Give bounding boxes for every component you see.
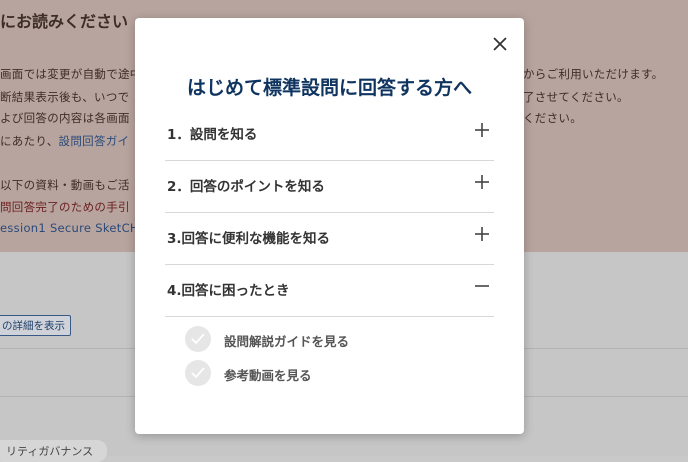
accordion-label: 2．回答のポイントを知る bbox=[167, 179, 325, 195]
accordion-label: 4.回答に困ったとき bbox=[167, 283, 290, 299]
plus-icon bbox=[474, 226, 490, 242]
sub-item-label: 設問解説ガイドを見る bbox=[224, 334, 350, 349]
plus-icon bbox=[474, 122, 490, 138]
accordion-label: 3.回答に便利な機能を知る bbox=[167, 231, 331, 247]
accordion-item-3[interactable]: 3.回答に便利な機能を知る bbox=[165, 212, 494, 265]
plus-icon bbox=[474, 174, 490, 190]
accordion-item-1[interactable]: 1．設問を知る bbox=[165, 108, 494, 161]
accordion-label: 1．設問を知る bbox=[167, 127, 258, 143]
sub-item-label: 参考動画を見る bbox=[224, 368, 312, 383]
close-icon[interactable] bbox=[490, 34, 510, 54]
modal-dialog: はじめて標準設問に回答する方へ 1．設問を知る 2．回答のポイントを知る 3.回… bbox=[135, 18, 524, 434]
accordion-item-4[interactable]: 4.回答に困ったとき bbox=[165, 264, 494, 317]
modal-title: はじめて標準設問に回答する方へ bbox=[186, 77, 472, 99]
minus-icon bbox=[474, 278, 490, 294]
check-icon bbox=[185, 326, 211, 352]
accordion-item-2[interactable]: 2．回答のポイントを知る bbox=[165, 160, 494, 213]
check-icon bbox=[185, 360, 211, 386]
